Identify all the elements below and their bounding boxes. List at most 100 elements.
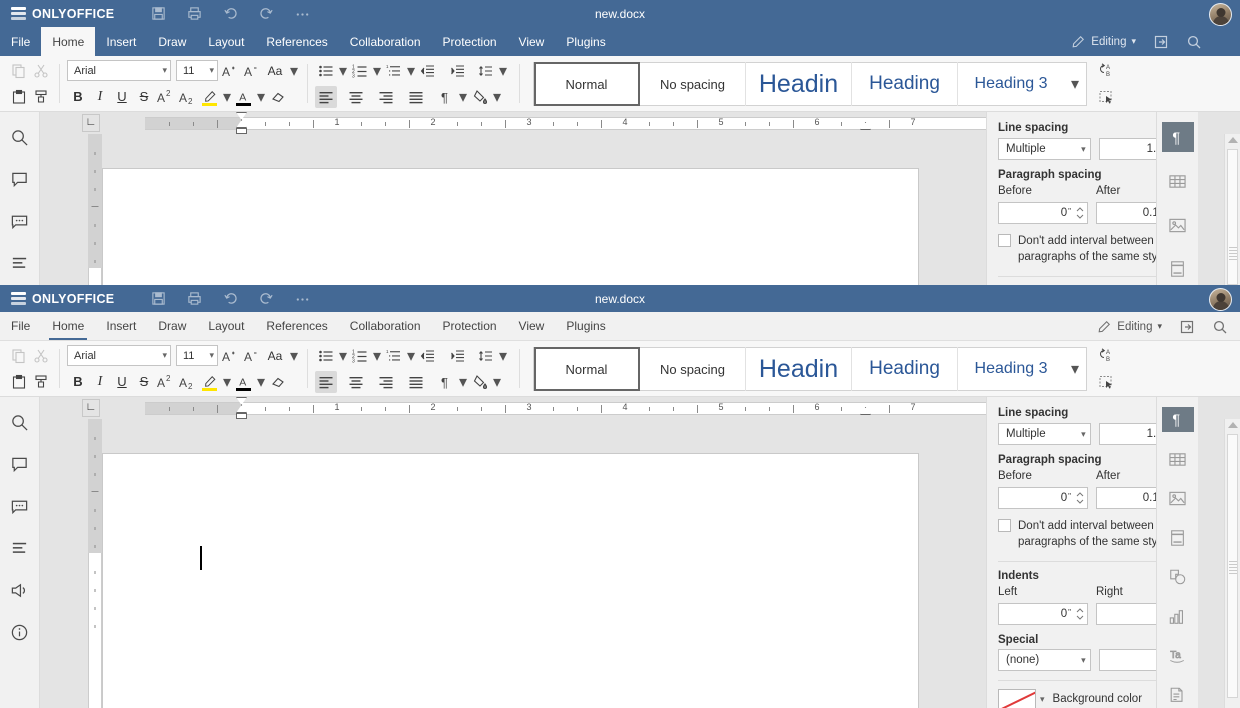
header-footer-settings-icon[interactable] xyxy=(1162,254,1194,284)
redo-icon[interactable] xyxy=(258,6,274,22)
style-no-spacing[interactable]: No spacing xyxy=(640,62,746,106)
font-color-button[interactable]: A xyxy=(233,86,255,108)
font-name-combo[interactable]: Arial ▾ xyxy=(67,60,171,81)
tab-home[interactable]: Home xyxy=(41,27,95,56)
show-paragraph-marks-icon[interactable]: ¶ xyxy=(435,86,457,108)
paste-icon[interactable] xyxy=(8,86,30,108)
style-heading-1[interactable]: Headin xyxy=(746,62,852,106)
font-size-combo[interactable]: 11 ▾ xyxy=(176,60,218,81)
replace-text-icon[interactable]: AB xyxy=(1095,59,1119,81)
tab-references[interactable]: References xyxy=(255,312,338,340)
mail-merge-settings-icon[interactable] xyxy=(1162,683,1194,708)
chevron-down-icon[interactable]: ▾ xyxy=(371,60,383,82)
align-left-icon[interactable] xyxy=(315,371,337,393)
tab-collaboration[interactable]: Collaboration xyxy=(339,312,432,340)
increase-font-size-icon[interactable]: A xyxy=(218,345,240,367)
replace-text-icon[interactable]: AB xyxy=(1095,344,1119,366)
chevron-down-icon[interactable]: ▾ xyxy=(1040,694,1045,705)
tab-view[interactable]: View xyxy=(508,312,556,340)
chevron-down-icon[interactable]: ▾ xyxy=(337,345,349,367)
headings-icon[interactable] xyxy=(7,250,33,276)
chevron-down-icon[interactable]: ▾ xyxy=(491,371,503,393)
numbering-icon[interactable]: 123 xyxy=(349,60,371,82)
stepper-arrows[interactable] xyxy=(1076,608,1084,620)
tab-draw[interactable]: Draw xyxy=(147,27,197,56)
scroll-up-icon[interactable] xyxy=(1228,137,1238,143)
search-icon[interactable] xyxy=(1185,33,1202,50)
save-icon[interactable] xyxy=(150,6,166,22)
no-interval-checkbox[interactable] xyxy=(998,519,1011,532)
style-gallery-expand-icon[interactable]: ▾ xyxy=(1064,347,1086,391)
document-page-bottom[interactable] xyxy=(102,453,919,708)
cut-icon[interactable] xyxy=(30,60,52,82)
chevron-down-icon[interactable]: ▾ xyxy=(221,86,233,108)
decrease-indent-icon[interactable] xyxy=(417,345,439,367)
align-left-icon[interactable] xyxy=(315,86,337,108)
undo-icon[interactable] xyxy=(222,6,238,22)
scrollbar-thumb[interactable] xyxy=(1227,434,1238,698)
tab-insert[interactable]: Insert xyxy=(95,27,147,56)
no-interval-checkbox[interactable] xyxy=(998,234,1011,247)
multilevel-list-icon[interactable]: 1 xyxy=(383,60,405,82)
shape-settings-icon[interactable] xyxy=(1162,565,1194,590)
scrollbar-thumb[interactable] xyxy=(1227,149,1238,285)
feedback-icon[interactable] xyxy=(7,577,33,603)
paragraph-settings-icon[interactable]: ¶ xyxy=(1162,122,1194,152)
style-normal[interactable]: Normal xyxy=(534,62,640,106)
print-icon[interactable] xyxy=(186,291,202,307)
line-spacing-mode-select[interactable]: Multiple ▾ xyxy=(998,423,1091,445)
scroll-up-icon[interactable] xyxy=(1228,422,1238,428)
show-paragraph-marks-icon[interactable]: ¶ xyxy=(435,371,457,393)
superscript-button[interactable]: A2 xyxy=(155,371,177,393)
chevron-down-icon[interactable]: ▾ xyxy=(288,60,300,82)
tab-stop-selector[interactable]: ∟ xyxy=(82,399,100,417)
tab-references[interactable]: References xyxy=(255,27,338,56)
tab-layout[interactable]: Layout xyxy=(197,312,255,340)
stepper-arrows[interactable] xyxy=(1076,492,1084,504)
tab-file[interactable]: File xyxy=(0,27,41,56)
tab-view[interactable]: View xyxy=(508,27,556,56)
vertical-scrollbar-bottom[interactable] xyxy=(1224,419,1240,708)
redo-icon[interactable] xyxy=(258,291,274,307)
chevron-down-icon[interactable]: ▾ xyxy=(457,86,469,108)
avatar[interactable] xyxy=(1209,288,1232,311)
print-icon[interactable] xyxy=(186,6,202,22)
line-spacing-icon[interactable] xyxy=(475,60,497,82)
subscript-button[interactable]: A2 xyxy=(177,371,199,393)
chat-icon[interactable] xyxy=(7,493,33,519)
copy-icon[interactable] xyxy=(8,345,30,367)
decrease-font-size-icon[interactable]: A xyxy=(240,345,262,367)
tab-file[interactable]: File xyxy=(0,312,41,340)
style-normal[interactable]: Normal xyxy=(534,347,640,391)
select-all-icon[interactable] xyxy=(1095,371,1119,393)
style-no-spacing[interactable]: No spacing xyxy=(640,347,746,391)
align-right-icon[interactable] xyxy=(375,371,397,393)
chart-settings-icon[interactable] xyxy=(1162,604,1194,629)
chat-icon[interactable] xyxy=(7,208,33,234)
align-center-icon[interactable] xyxy=(345,371,367,393)
special-indent-select[interactable]: (none) ▾ xyxy=(998,649,1091,671)
increase-font-size-icon[interactable]: A xyxy=(218,60,240,82)
search-icon[interactable] xyxy=(7,409,33,435)
style-heading-1[interactable]: Headin xyxy=(746,347,852,391)
bold-button[interactable]: B xyxy=(67,371,89,393)
chevron-down-icon[interactable]: ▾ xyxy=(337,60,349,82)
style-heading-2[interactable]: Heading xyxy=(852,347,958,391)
tab-collaboration[interactable]: Collaboration xyxy=(339,27,432,56)
indent-left-stepper[interactable]: 0 " xyxy=(998,603,1088,625)
table-settings-icon[interactable] xyxy=(1162,166,1194,196)
chevron-down-icon[interactable]: ▾ xyxy=(371,345,383,367)
subscript-button[interactable]: A2 xyxy=(177,86,199,108)
multilevel-list-icon[interactable]: 1 xyxy=(383,345,405,367)
tab-protection[interactable]: Protection xyxy=(432,312,508,340)
stepper-arrows[interactable] xyxy=(1076,207,1084,219)
chevron-down-icon[interactable]: ▾ xyxy=(288,345,300,367)
search-icon[interactable] xyxy=(1211,318,1228,335)
align-justify-icon[interactable] xyxy=(405,86,427,108)
bullets-icon[interactable] xyxy=(315,60,337,82)
paragraph-settings-icon[interactable]: ¶ xyxy=(1162,407,1194,432)
cut-icon[interactable] xyxy=(30,345,52,367)
strikeout-button[interactable]: S xyxy=(133,371,155,393)
underline-button[interactable]: U xyxy=(111,371,133,393)
highlight-color-button[interactable] xyxy=(199,86,221,108)
